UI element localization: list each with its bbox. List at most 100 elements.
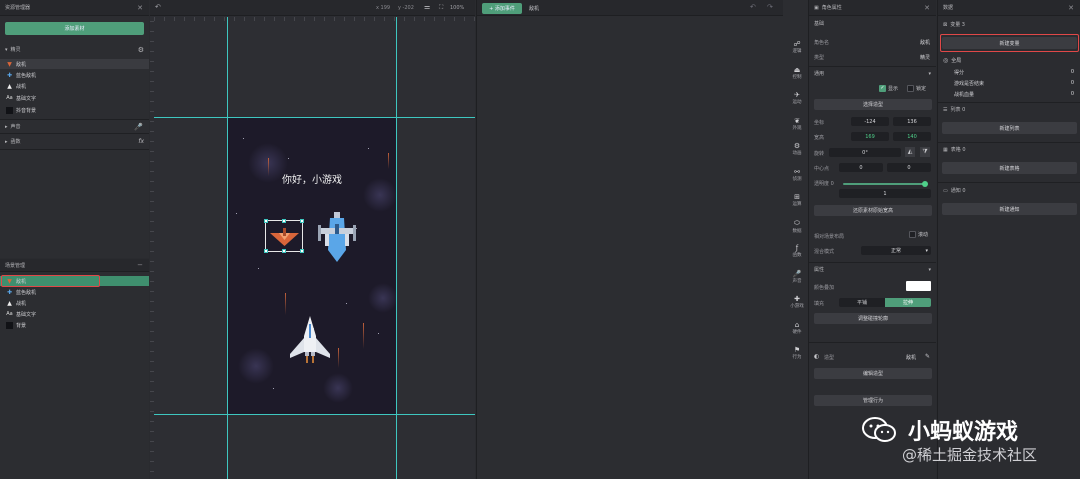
color-overlay-swatch[interactable]	[906, 281, 931, 291]
sprite-item[interactable]: Aa 基础文字	[0, 93, 149, 103]
fighter-sprite[interactable]	[290, 316, 330, 364]
global-scope[interactable]: ◎ 全局	[943, 57, 961, 64]
game-stage[interactable]: 你好，小游戏	[228, 118, 396, 415]
restore-size-button[interactable]: 还原素材原始宽高	[814, 205, 932, 216]
adjust-collision-button[interactable]: 调整碰撞轮廓	[814, 313, 932, 324]
category-2[interactable]: ✈ 运动	[783, 91, 813, 105]
category-4[interactable]: ⚙ 动画	[783, 142, 813, 156]
sound-section[interactable]: ▸ 声音 🎤	[0, 121, 149, 132]
variable-name[interactable]: 游戏是否结束	[954, 80, 984, 87]
lock-toggle[interactable]: 锁定	[907, 85, 926, 92]
layer-item[interactable]: ✚ 蓝色敌机	[0, 287, 149, 297]
sliders-icon[interactable]: ⚌	[424, 3, 430, 11]
resize-handle[interactable]	[300, 219, 304, 223]
edit-icon[interactable]: ✎	[925, 353, 930, 360]
redo-icon[interactable]: ↷	[767, 3, 773, 11]
notice-section[interactable]: ▭ 通知 0	[938, 185, 1080, 196]
resize-handle[interactable]	[282, 219, 286, 223]
category-6[interactable]: ⊞ 运算	[783, 193, 813, 207]
resize-handle[interactable]	[264, 249, 268, 253]
microphone-icon[interactable]: 🎤	[134, 123, 143, 131]
flip-horizontal-icon[interactable]: ◭	[905, 147, 915, 157]
selection-box[interactable]	[264, 219, 304, 253]
width-input[interactable]: 169	[851, 132, 889, 141]
settings-icon[interactable]: ⚙	[138, 46, 144, 54]
center-x-input[interactable]: 0	[839, 163, 883, 172]
enemy-plane-sprite[interactable]	[270, 227, 299, 247]
opacity-slider-thumb[interactable]	[922, 181, 929, 187]
resize-handle[interactable]	[282, 249, 286, 253]
sprites-section[interactable]: ▾ 精灵 ⚙	[0, 44, 149, 55]
variables-section[interactable]: ⊠ 变量 3	[938, 19, 1080, 30]
blue-plane-sprite[interactable]	[318, 212, 356, 264]
sprite-item[interactable]: ✚ 蓝色敌机	[0, 70, 149, 80]
sprite-item[interactable]: 抖音背景	[0, 105, 149, 115]
undo-icon[interactable]: ↶	[155, 3, 161, 11]
close-icon[interactable]: ✕	[137, 4, 143, 12]
table-section[interactable]: ▦ 表格 0	[938, 144, 1080, 155]
new-table-button[interactable]: 新建表格	[942, 162, 1077, 174]
manage-behavior-button[interactable]: 管理行为	[814, 395, 932, 406]
show-toggle[interactable]: ✓ 显示	[879, 85, 898, 92]
fill-tile-option[interactable]: 平铺	[839, 298, 885, 307]
resize-handle[interactable]	[300, 249, 304, 253]
event-panel[interactable]: + 添加事件 敌机 ↶ ↷	[476, 0, 784, 479]
layer-item[interactable]: Aa 基础文字	[0, 309, 149, 319]
sprite-item[interactable]: ▲ 战机	[0, 81, 149, 91]
collapse-icon[interactable]: −	[137, 261, 143, 269]
list-section[interactable]: ☰ 列表 0	[938, 104, 1080, 115]
checkbox-icon[interactable]	[907, 85, 914, 92]
function-icon[interactable]: fx	[138, 138, 144, 145]
add-event-button[interactable]: + 添加事件	[482, 3, 522, 14]
opacity-slider-track[interactable]	[843, 181, 929, 187]
layer-item[interactable]: ▲ 战机	[0, 298, 149, 308]
check-icon[interactable]: ✓	[879, 85, 886, 92]
new-list-button[interactable]: 新建列表	[942, 122, 1077, 134]
common-section[interactable]: 通用 ▾	[809, 68, 936, 79]
star	[236, 213, 237, 214]
coord-y-input[interactable]: 136	[893, 117, 931, 126]
new-notice-button[interactable]: 新建通知	[942, 203, 1077, 215]
blend-select[interactable]: 正常 ▾	[861, 246, 931, 255]
fit-icon[interactable]: ⛶	[439, 4, 443, 12]
center-y-input[interactable]: 0	[887, 163, 931, 172]
coord-x-input[interactable]: -124	[851, 117, 889, 126]
fill-segmented[interactable]: 平铺 拉伸	[839, 298, 931, 307]
category-7[interactable]: ⬭ 数据	[783, 219, 813, 234]
nebula	[368, 283, 396, 313]
variable-name[interactable]: 得分	[954, 69, 964, 76]
edit-costume-button[interactable]: 编辑造型	[814, 368, 932, 379]
flip-vertical-icon[interactable]: ⧩	[920, 147, 930, 157]
category-11[interactable]: ⌂ 硬件	[783, 321, 813, 335]
basic-section[interactable]: 基础	[809, 18, 936, 29]
category-8[interactable]: ƒ 函数	[783, 244, 813, 258]
layer-item[interactable]: 背景	[0, 320, 149, 330]
category-5[interactable]: ⚯ 侦测	[783, 168, 813, 182]
category-0[interactable]: ☍ 逻辑	[783, 40, 813, 54]
category-1[interactable]: ⏏ 控制	[783, 66, 813, 80]
game-title-text[interactable]: 你好，小游戏	[228, 171, 396, 186]
opacity-input[interactable]: 1	[839, 189, 931, 198]
select-shape-button[interactable]: 选择造型	[814, 99, 932, 110]
sprite-item[interactable]: ▼ 敌机	[0, 59, 149, 69]
chevron-down-icon: ▾	[5, 46, 8, 53]
role-name-value[interactable]: 敌机	[920, 39, 930, 46]
pivot-toggle[interactable]: 滚动	[909, 231, 928, 238]
resize-handle[interactable]	[264, 219, 268, 223]
undo-icon[interactable]: ↶	[750, 3, 756, 11]
rotation-input[interactable]: 0°	[829, 148, 901, 157]
category-10[interactable]: ✚ 小游戏	[783, 295, 813, 309]
close-icon[interactable]: ✕	[924, 4, 930, 12]
category-12[interactable]: ⚑ 行为	[783, 346, 813, 360]
category-9[interactable]: 🎤 声音	[783, 270, 813, 284]
attributes-section[interactable]: 属性 ▾	[809, 264, 936, 275]
close-icon[interactable]: ✕	[1068, 4, 1074, 12]
variable-name[interactable]: 战机血量	[954, 91, 974, 98]
canvas-area[interactable]: ↶ x 199 y -202 ⚌ ⛶ 100% 你好，小游戏	[150, 0, 475, 479]
add-asset-button[interactable]: 添加素材	[5, 22, 144, 35]
category-3[interactable]: ❦ 外观	[783, 117, 813, 131]
checkbox-icon[interactable]	[909, 231, 916, 238]
height-input[interactable]: 140	[893, 132, 931, 141]
function-section[interactable]: ▸ 函数 fx	[0, 136, 149, 147]
fill-stretch-option[interactable]: 拉伸	[885, 298, 931, 307]
